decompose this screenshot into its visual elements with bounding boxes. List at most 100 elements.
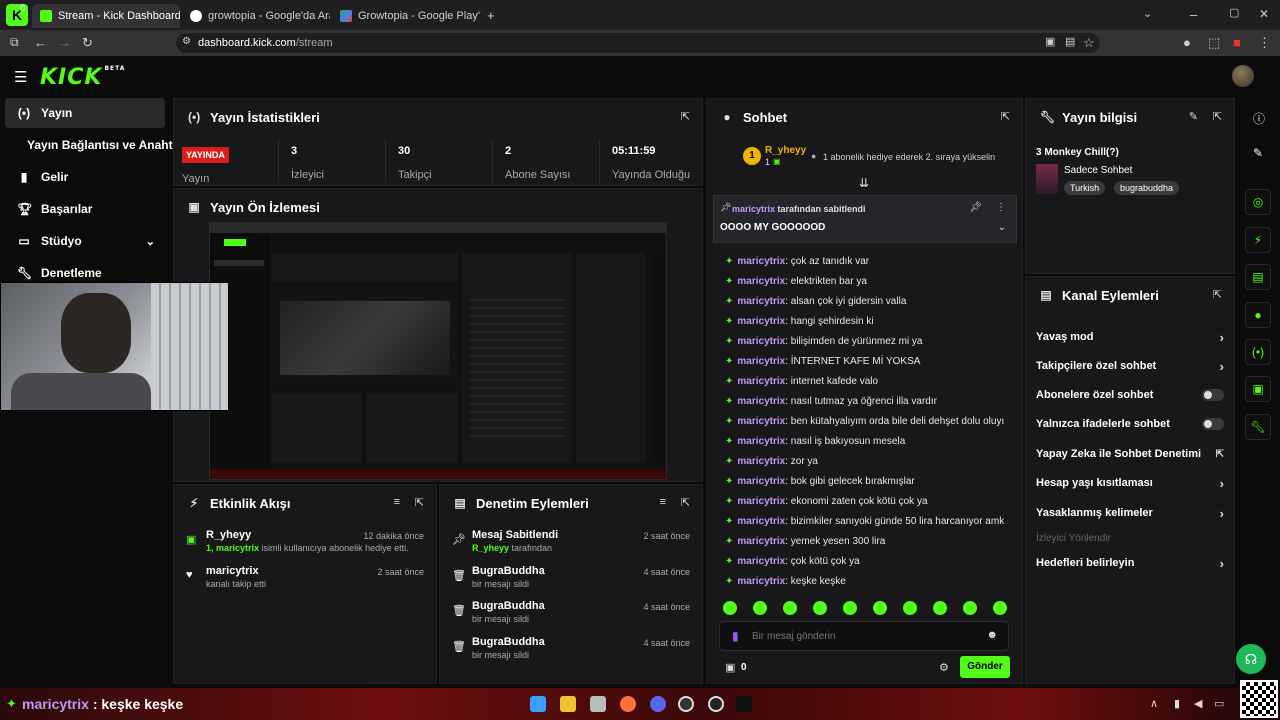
sidebar-toggle-icon[interactable]: ⧉ bbox=[10, 36, 19, 48]
maximize-icon[interactable]: ▢ bbox=[1229, 8, 1239, 19]
tray-chevron-icon[interactable]: ∧ bbox=[1150, 697, 1158, 710]
rail-button-screenshot[interactable]: ◎ bbox=[1245, 189, 1271, 215]
expand-icon[interactable]: ⇱ bbox=[681, 496, 690, 509]
emote-icon[interactable] bbox=[843, 601, 857, 615]
windows-start-icon[interactable] bbox=[530, 696, 546, 712]
store-icon[interactable] bbox=[590, 696, 606, 712]
action-banned-words[interactable]: Yasaklanmış kelimeler › bbox=[1036, 503, 1224, 523]
rail-button-lightning[interactable]: ⚡︎ bbox=[1245, 227, 1271, 253]
pinned-message[interactable]: 📌︎ maricytrix tarafından sabitlendi OOOO… bbox=[713, 195, 1017, 243]
action-goals[interactable]: Hedefleri belirleyin › bbox=[1036, 553, 1224, 573]
chat-username[interactable]: maricytrix bbox=[737, 456, 785, 467]
pip-icon[interactable]: ▣ bbox=[1045, 37, 1055, 48]
chat-input[interactable] bbox=[752, 626, 972, 646]
action-account-age[interactable]: Hesap yaşı kısıtlaması › bbox=[1036, 473, 1224, 493]
chat-username[interactable]: maricytrix bbox=[737, 556, 785, 567]
chat-username[interactable]: maricytrix bbox=[737, 316, 785, 327]
sidebar-item-revenue[interactable]: ▮ Gelir bbox=[5, 162, 165, 192]
unpin-icon[interactable]: 📌︎ bbox=[969, 202, 982, 213]
filter-icon[interactable]: ≡ bbox=[394, 496, 400, 508]
chat-username[interactable]: maricytrix bbox=[737, 256, 785, 267]
emote-icon[interactable] bbox=[963, 601, 977, 615]
profile-icon[interactable]: ● bbox=[1183, 36, 1191, 49]
hamburger-menu-icon[interactable]: ☰ bbox=[14, 70, 27, 85]
back-icon[interactable]: ← bbox=[34, 36, 47, 49]
forward-icon[interactable]: → bbox=[58, 36, 71, 49]
edit-icon[interactable]: ✎ bbox=[1253, 146, 1263, 160]
category-name[interactable]: Sadece Sohbet bbox=[1064, 165, 1132, 176]
chat-username[interactable]: maricytrix bbox=[737, 436, 785, 447]
rail-button-wrench[interactable]: 🔧︎ bbox=[1245, 414, 1271, 440]
more-icon[interactable]: ⋮ bbox=[996, 202, 1006, 213]
file-explorer-icon[interactable] bbox=[560, 696, 576, 712]
rail-button-broadcast[interactable]: (•) bbox=[1245, 339, 1271, 365]
expand-icon[interactable]: ⇱ bbox=[1213, 110, 1222, 123]
chat-username[interactable]: maricytrix bbox=[737, 536, 785, 547]
tray-speaker-icon[interactable]: ◀ bbox=[1194, 697, 1202, 710]
site-info-icon[interactable]: ⚙ bbox=[182, 37, 191, 47]
category-thumbnail[interactable] bbox=[1036, 164, 1058, 194]
extension-badge-icon[interactable]: ■ bbox=[1233, 36, 1241, 49]
tab-google-search[interactable]: growtopia - Google'da Ara ✕ bbox=[182, 4, 330, 28]
settings-icon[interactable]: ⚙ bbox=[939, 661, 949, 674]
tray-battery-icon[interactable]: ▭ bbox=[1214, 697, 1224, 710]
menu-icon[interactable]: ⋮ bbox=[1258, 36, 1271, 49]
url-bar[interactable]: ⚙ dashboard.kick.com/stream bbox=[176, 33, 1100, 53]
sidebar-item-stream-key[interactable]: Yayın Bağlantısı ve Anahtarı bbox=[5, 130, 187, 160]
send-button[interactable]: Gönder bbox=[960, 656, 1010, 678]
kick-logo[interactable]: KICK BETA bbox=[40, 65, 125, 90]
expand-icon[interactable]: ⇱ bbox=[415, 496, 424, 509]
emote-icon[interactable] bbox=[873, 601, 887, 615]
filter-icon[interactable]: ≡ bbox=[660, 496, 666, 508]
expand-icon[interactable]: ⇱ bbox=[1001, 110, 1010, 123]
sidebar-item-studio[interactable]: ▭ Stüdyo ⌄ bbox=[5, 226, 165, 256]
avatar[interactable] bbox=[1232, 65, 1254, 87]
chat-username[interactable]: maricytrix bbox=[737, 296, 785, 307]
gifter-name[interactable]: R_yheyy bbox=[765, 145, 806, 156]
chat-username[interactable]: maricytrix bbox=[737, 496, 785, 507]
window-close-icon[interactable]: ✕ bbox=[1259, 8, 1269, 20]
tag-pill[interactable]: bugrabuddha bbox=[1114, 181, 1180, 195]
emote-icon[interactable] bbox=[783, 601, 797, 615]
steam-icon[interactable] bbox=[708, 696, 724, 712]
tab-kick-dashboard[interactable]: Stream - Kick Dashboard ✕ bbox=[32, 4, 180, 28]
subscribers-only-toggle[interactable] bbox=[1202, 389, 1224, 401]
chat-username[interactable]: maricytrix bbox=[737, 396, 785, 407]
discord-icon[interactable] bbox=[650, 696, 666, 712]
new-tab-icon[interactable]: + bbox=[487, 9, 495, 22]
minimize-icon[interactable]: – bbox=[1190, 8, 1197, 21]
emote-icon[interactable] bbox=[753, 601, 767, 615]
emote-icon[interactable] bbox=[993, 601, 1007, 615]
rail-button-document[interactable]: ▤ bbox=[1245, 264, 1271, 290]
action-ai-moderation[interactable]: Yapay Zeka ile Sohbet Denetimi ⇱ bbox=[1036, 444, 1224, 464]
chat-input-box[interactable]: ▮ ☻ bbox=[719, 621, 1009, 651]
star-icon[interactable]: ☆ bbox=[1083, 36, 1095, 49]
tray-mic-icon[interactable]: ▮ bbox=[1174, 697, 1180, 710]
expand-icon[interactable]: ⇱ bbox=[681, 110, 690, 123]
chat-username[interactable]: maricytrix bbox=[737, 576, 785, 587]
sidebar-item-stream[interactable]: (•) Yayın bbox=[5, 98, 165, 128]
reader-icon[interactable]: ▤ bbox=[1065, 37, 1075, 48]
action-slow-mode[interactable]: Yavaş mod › bbox=[1036, 327, 1224, 347]
rail-button-channel[interactable]: ▣ bbox=[1245, 376, 1271, 402]
chevron-down-icon[interactable]: ⌄ bbox=[998, 222, 1006, 233]
extensions-icon[interactable]: ⬚ bbox=[1208, 36, 1220, 49]
rail-button-chat[interactable]: ● bbox=[1245, 302, 1271, 328]
tab-google-play[interactable]: Growtopia - Google Play'de Uyg ✕ bbox=[332, 4, 480, 28]
collapse-icon[interactable]: ⇊ bbox=[859, 176, 869, 190]
chat-username[interactable]: maricytrix bbox=[737, 376, 785, 387]
reload-icon[interactable]: ↻ bbox=[82, 36, 93, 49]
emote-icon[interactable] bbox=[933, 601, 947, 615]
info-icon[interactable]: ⓘ bbox=[1253, 110, 1265, 127]
chat-username[interactable]: maricytrix bbox=[737, 476, 785, 487]
edit-icon[interactable]: ✎ bbox=[1189, 110, 1198, 123]
support-headset-icon[interactable]: ☊ bbox=[1236, 644, 1266, 674]
chat-username[interactable]: maricytrix bbox=[737, 516, 785, 527]
chat-username[interactable]: maricytrix bbox=[737, 336, 785, 347]
chat-username[interactable]: maricytrix bbox=[737, 416, 785, 427]
chat-username[interactable]: maricytrix bbox=[737, 276, 785, 287]
emote-icon[interactable] bbox=[723, 601, 737, 615]
tag-pill[interactable]: Turkish bbox=[1064, 181, 1106, 195]
sidebar-item-achievements[interactable]: 🏆︎ Başarılar bbox=[5, 194, 165, 224]
expand-icon[interactable]: ⇱ bbox=[1213, 288, 1222, 301]
